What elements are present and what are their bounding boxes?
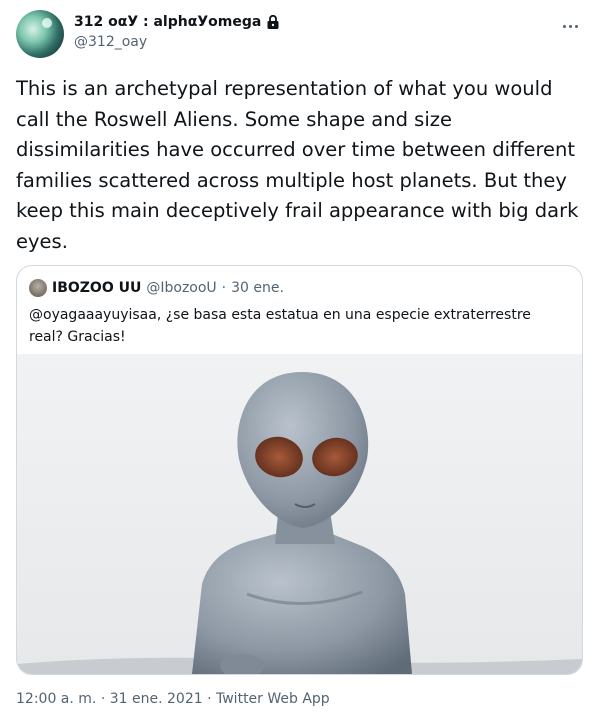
meta-separator: · — [207, 691, 212, 707]
tweet-source[interactable]: Twitter Web App — [216, 691, 330, 707]
quoted-tweet-header: IBOZOO UU @IbozooU · 30 ene. — [29, 278, 284, 298]
quoted-tweet-image[interactable] — [17, 354, 582, 674]
tweet-header: 312 οαУ : alphαУomega @312_oay — [16, 10, 582, 60]
quoted-author-name: IBOZOO UU — [52, 280, 142, 296]
alien-statue-photo — [17, 354, 582, 674]
quoted-author-avatar — [29, 279, 47, 297]
tweet-time[interactable]: 12:00 a. m. — [16, 691, 96, 707]
quoted-tweet[interactable]: IBOZOO UU @IbozooU · 30 ene. @oyagaaayuy… — [16, 265, 583, 675]
author-handle[interactable]: @312_oay — [74, 34, 147, 50]
author-name-line[interactable]: 312 οαУ : alphαУomega — [74, 14, 281, 30]
tweet-date[interactable]: 31 ene. 2021 — [110, 691, 203, 707]
tweet-text: This is an archetypal representation of … — [16, 77, 585, 253]
author-avatar[interactable] — [16, 10, 64, 58]
quoted-author-handle: @IbozooU — [146, 280, 217, 296]
more-icon[interactable] — [558, 16, 582, 36]
dot-separator: · — [221, 280, 227, 296]
author-display-name[interactable]: 312 οαУ : alphαУomega — [74, 14, 261, 30]
meta-separator: · — [100, 691, 106, 707]
quoted-tweet-date: 30 ene. — [231, 280, 284, 296]
tweet-meta: 12:00 a. m. · 31 ene. 2021 · Twitter Web… — [16, 691, 330, 707]
quoted-tweet-text: @oyagaaayuyisaa, ¿se basa esta estatua e… — [29, 307, 531, 345]
lock-icon — [267, 14, 279, 29]
